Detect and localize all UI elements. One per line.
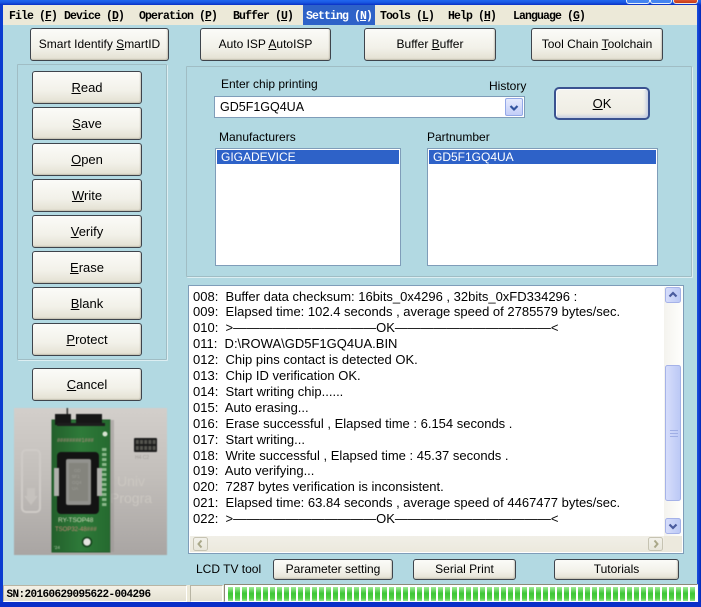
svg-text:Progra: Progra	[110, 490, 152, 506]
svg-text:H4 C2: H4 C2	[135, 455, 149, 461]
svg-text:UA: UA	[72, 486, 78, 491]
svg-text:########1###: ########1###	[57, 438, 95, 444]
svg-text:GD: GD	[74, 468, 82, 473]
svg-text:Univ: Univ	[117, 473, 145, 489]
svg-text:RY-TSOP48: RY-TSOP48	[58, 517, 94, 524]
svg-text:TSOP32-48###: TSOP32-48###	[55, 527, 97, 533]
svg-text:'24: '24	[54, 545, 60, 550]
svg-text:GQ4: GQ4	[72, 480, 82, 485]
svg-text:5F1: 5F1	[72, 474, 80, 479]
